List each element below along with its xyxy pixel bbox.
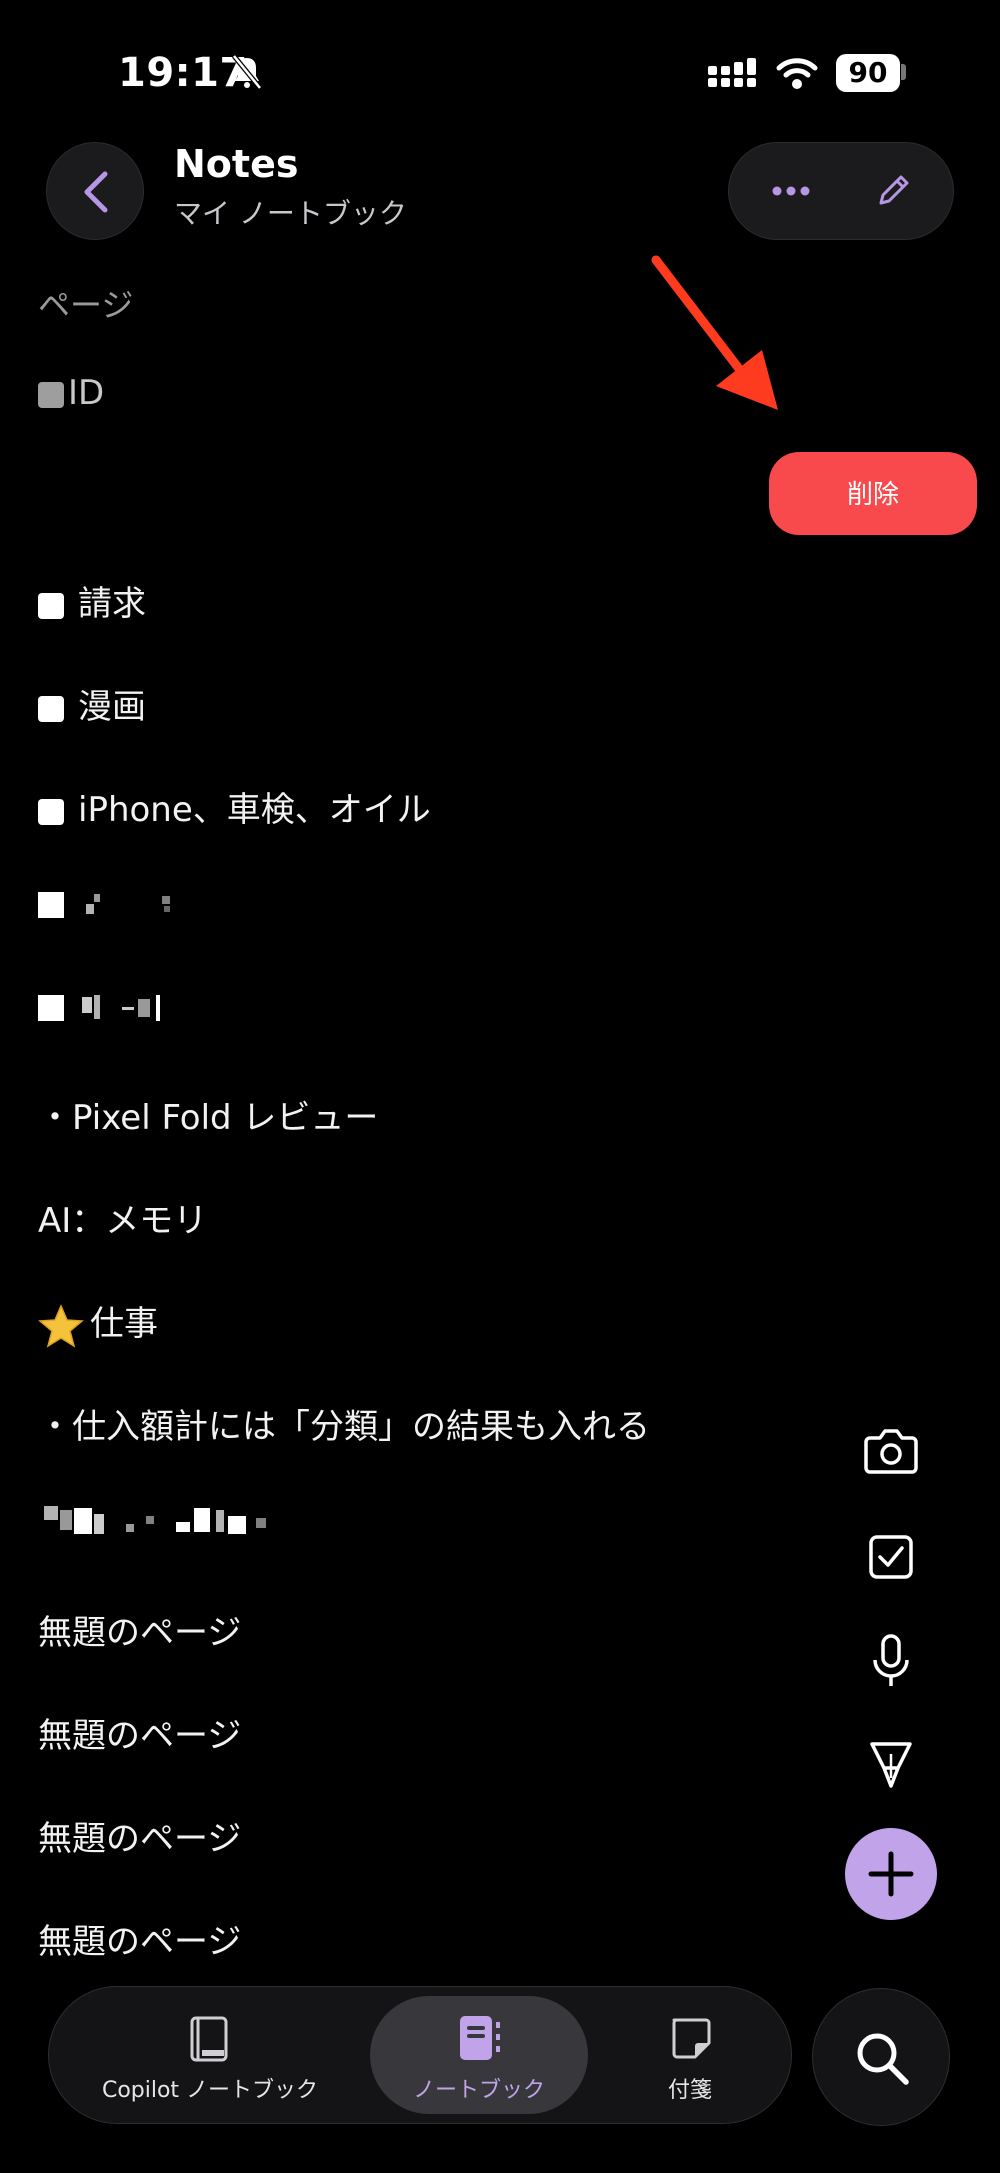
list-item-label: 請求	[78, 584, 146, 624]
list-item[interactable]: 無題のページ	[38, 1811, 241, 1860]
arrow-annotation-icon	[651, 255, 778, 410]
battery-indicator: 90	[836, 54, 900, 92]
tab-label: Copilot ノートブック	[101, 2078, 319, 2103]
bell-muted-icon	[232, 54, 262, 90]
list-item[interactable]: iPhone、車検、オイル	[38, 782, 431, 831]
list-item-label: 漫画	[78, 687, 146, 727]
list-item[interactable]: 無題のページ	[38, 1708, 241, 1757]
list-item[interactable]: 漫画	[38, 679, 146, 728]
checkbox[interactable]	[38, 798, 64, 825]
list-item[interactable]: AI：メモリ	[38, 1193, 207, 1242]
battery-tip	[901, 64, 906, 80]
tab-copilot-notebook[interactable]: Copilot ノートブック	[70, 2000, 350, 2110]
checkbox-icon[interactable]	[860, 1526, 922, 1588]
checkbox[interactable]	[38, 592, 64, 619]
redacted-list-item[interactable]	[38, 1506, 278, 1538]
list-item-label: ID	[68, 373, 105, 413]
list-item[interactable]: 仕事	[38, 1296, 158, 1349]
search-button[interactable]	[812, 1988, 950, 2126]
edit-pencil-icon[interactable]	[873, 171, 913, 211]
list-item[interactable]: 請求	[38, 576, 146, 625]
list-item[interactable]: ・Pixel Fold レビュー	[38, 1090, 378, 1139]
chevron-left-icon	[84, 171, 108, 213]
notebook-icon	[190, 2016, 228, 2062]
list-item[interactable]: ・仕入額計には「分類」の結果も入れる	[38, 1399, 650, 1448]
search-icon	[857, 2033, 909, 2085]
add-page-button[interactable]	[845, 1828, 937, 1920]
redacted-list-item[interactable]	[38, 890, 188, 922]
back-button[interactable]	[46, 142, 144, 240]
list-item-label: 仕事	[90, 1304, 158, 1344]
notebook-subtitle: マイ ノートブック	[174, 197, 407, 230]
list-item-label: iPhone、車検、オイル	[78, 790, 431, 830]
list-item[interactable]: 無題のページ	[38, 1914, 241, 1963]
tab-notebook[interactable]: ノートブック	[370, 2000, 588, 2110]
cellular-signal-icon	[708, 58, 756, 87]
star-icon	[38, 1303, 84, 1348]
pen-draw-icon[interactable]	[860, 1734, 922, 1796]
header-actions	[728, 142, 954, 240]
page-title: Notes	[174, 142, 299, 186]
status-time: 19:17	[118, 50, 248, 96]
section-label: ページ	[38, 286, 134, 324]
notebook-active-icon	[460, 2016, 500, 2060]
more-options-icon[interactable]	[771, 183, 811, 199]
wifi-icon	[776, 58, 818, 89]
delete-button[interactable]: 削除	[769, 452, 977, 535]
camera-icon[interactable]	[860, 1420, 922, 1482]
checkbox[interactable]	[38, 695, 64, 722]
tab-sticky-notes[interactable]: 付箋	[600, 2000, 780, 2110]
redacted-list-item[interactable]	[38, 993, 188, 1025]
sticky-note-icon	[672, 2018, 711, 2059]
microphone-icon[interactable]	[860, 1630, 922, 1692]
checkbox[interactable]	[38, 381, 64, 408]
tab-label: 付箋	[667, 2078, 712, 2103]
tab-label: ノートブック	[412, 2078, 545, 2103]
list-item[interactable]: 無題のページ	[38, 1605, 241, 1654]
list-item[interactable]: ID	[38, 373, 104, 413]
plus-icon	[868, 1851, 914, 1897]
